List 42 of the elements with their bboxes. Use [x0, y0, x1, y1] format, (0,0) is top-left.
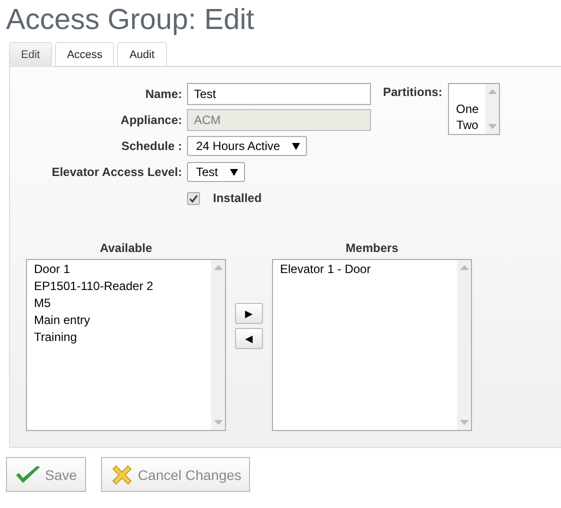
caret-icon	[292, 142, 300, 150]
move-button[interactable]: ◀	[235, 328, 263, 349]
field-label: Name:	[144, 87, 182, 101]
members-list[interactable]: Elevator 1 - Door	[272, 259, 472, 431]
field-label: Appliance:	[120, 113, 182, 127]
caret-icon	[230, 168, 238, 176]
partitions-list[interactable]: One Two	[448, 83, 500, 135]
list-item[interactable]: M5	[34, 295, 204, 312]
scroll-down-icon[interactable]	[214, 420, 222, 425]
field-label: Elevator Access Level:	[50, 165, 182, 179]
list-item[interactable]: Main entry	[34, 312, 204, 329]
list-heading: Members	[346, 241, 398, 257]
list-heading: Available	[100, 241, 152, 257]
move-button[interactable]: ▶	[235, 303, 263, 324]
available-list[interactable]: Door 1 EP1501-110-Reader 2 M5 Main entry Training	[26, 259, 226, 431]
scroll-up-icon[interactable]	[460, 265, 468, 270]
tab[interactable]: Access	[54, 42, 114, 66]
input-field[interactable]: Test	[187, 83, 371, 105]
scroll-down-icon[interactable]	[488, 124, 497, 129]
list-item[interactable]: Training	[34, 329, 204, 346]
checkbox-label: Installed	[213, 191, 262, 205]
scroll-up-icon[interactable]	[214, 265, 222, 270]
checkmark-icon	[15, 464, 41, 484]
scroll-up-icon[interactable]	[488, 89, 497, 94]
list-item[interactable]: Two	[449, 117, 486, 133]
page-title: Access Group: Edit	[5, 3, 256, 38]
field-label: Schedule :	[120, 139, 182, 153]
tab[interactable]: Audit	[117, 42, 167, 66]
scrollbar[interactable]	[457, 260, 471, 430]
list-item[interactable]: One	[449, 101, 486, 117]
checkbox[interactable]	[187, 192, 200, 204]
tab[interactable]: Edit	[9, 42, 52, 67]
partitions-label: Partitions:	[383, 85, 442, 99]
list-item[interactable]: Door 1	[34, 261, 204, 278]
dropdown[interactable]: Test	[187, 162, 246, 182]
list-item[interactable]: Elevator 1 - Door	[280, 261, 450, 278]
list-item[interactable]: EP1501-110-Reader 2	[34, 278, 204, 295]
scrollbar[interactable]	[211, 260, 225, 430]
dropdown[interactable]: 24 Hours Active	[187, 136, 308, 156]
scrollbar[interactable]	[485, 84, 500, 134]
scroll-down-icon[interactable]	[460, 420, 468, 425]
cross-icon	[110, 462, 134, 486]
